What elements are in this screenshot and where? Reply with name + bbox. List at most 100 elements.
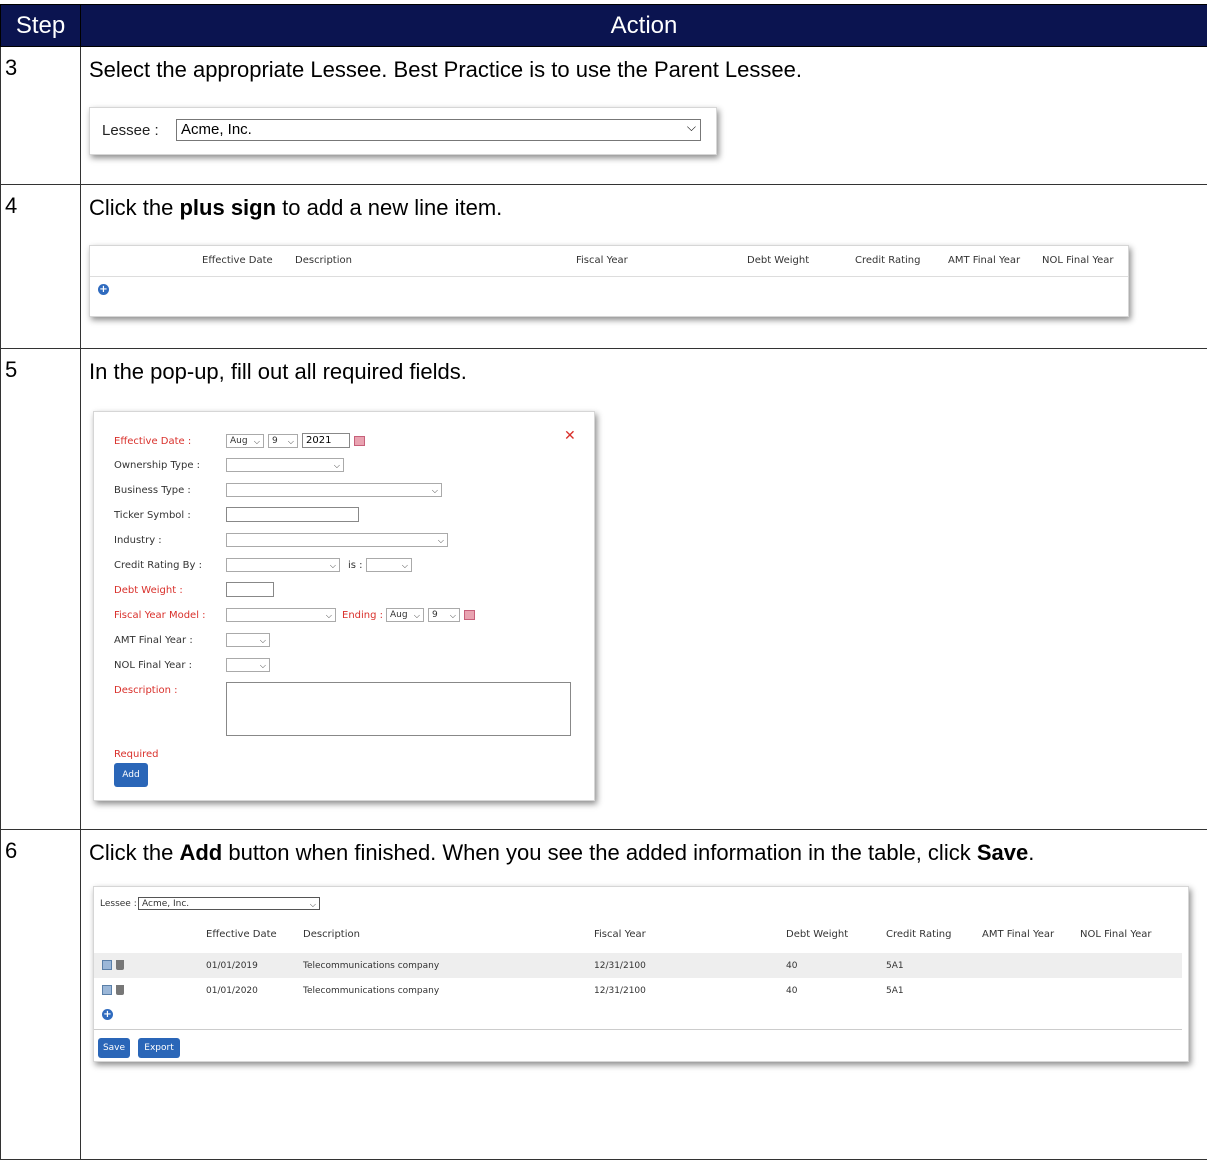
saved-table-screenshot: Lessee : Acme, Inc. ⌵ Effective Date Desc…	[93, 886, 1189, 1062]
effective-date-cell: 01/01/2020	[206, 986, 258, 996]
instruction-bold: Add	[179, 840, 223, 865]
add-button[interactable]: Add	[114, 763, 148, 787]
column-header: Description	[303, 929, 360, 940]
header-divider	[90, 276, 1128, 277]
chevron-down-icon: ⌵	[309, 900, 316, 909]
ending-day-select[interactable]: 9 ⌵	[428, 608, 460, 622]
ownership-type-label: Ownership Type :	[114, 460, 201, 471]
description-label: Description :	[114, 685, 178, 696]
debt-weight-label: Debt Weight :	[114, 585, 183, 596]
credit-rating-cell: 5A1	[886, 961, 904, 971]
ticker-symbol-label: Ticker Symbol :	[114, 510, 191, 521]
instruction-text: button when finished. When you see the a…	[222, 840, 977, 865]
instructions-table: Step Action 3 Select the appropriate Les…	[0, 4, 1207, 1160]
column-header: Effective Date	[202, 255, 273, 266]
lessee-label: Lessee :	[102, 122, 159, 139]
column-header: AMT Final Year	[948, 255, 1021, 266]
fiscal-year-model-label: Fiscal Year Model :	[114, 610, 206, 621]
effective-month-select[interactable]: Aug ⌵	[226, 434, 264, 448]
step-instruction: In the pop-up, fill out all required fie…	[89, 359, 467, 384]
chevron-down-icon: ⌵	[333, 461, 340, 470]
trash-icon[interactable]	[116, 985, 124, 995]
effective-day-select[interactable]: 9 ⌵	[268, 434, 298, 448]
chevron-down-icon: ⌵	[287, 437, 294, 446]
edit-icon[interactable]	[102, 985, 112, 995]
description-textarea[interactable]	[226, 682, 571, 736]
chevron-down-icon: ⌵	[431, 486, 438, 495]
lessee-label: Lessee :	[100, 899, 137, 909]
table-row: 01/01/2019 Telecommunications company 12…	[94, 953, 1182, 978]
save-button[interactable]: Save	[98, 1038, 130, 1058]
step-action: In the pop-up, fill out all required fie…	[80, 348, 1207, 830]
description-cell: Telecommunications company	[303, 961, 440, 971]
export-button[interactable]: Export	[138, 1038, 180, 1058]
column-header: NOL Final Year	[1042, 255, 1114, 266]
instruction-text: Click the	[89, 195, 180, 220]
chevron-down-icon: ⌵	[437, 536, 444, 545]
amt-final-year-select[interactable]: ⌵	[226, 633, 270, 647]
chevron-down-icon: ⌵	[401, 561, 408, 570]
chevron-down-icon: ⌵	[325, 611, 332, 620]
credit-rating-by-label: Credit Rating By :	[114, 560, 202, 571]
fiscal-year-cell: 12/31/2100	[594, 961, 646, 971]
industry-select[interactable]: ⌵	[226, 533, 448, 547]
instruction-text: to add a new line item.	[276, 195, 503, 220]
step-action: Click the Add button when finished. When…	[80, 829, 1207, 1160]
calendar-icon[interactable]	[354, 436, 365, 446]
column-header: Credit Rating	[855, 255, 921, 266]
header-action: Action	[80, 4, 1207, 47]
effective-date-cell: 01/01/2019	[206, 961, 258, 971]
instruction-bold: plus sign	[179, 195, 277, 220]
credit-rating-select[interactable]: ⌵	[366, 558, 412, 572]
industry-label: Industry :	[114, 535, 162, 546]
chevron-down-icon: ⌵	[259, 661, 266, 670]
lessee-select-value: Acme, Inc.	[142, 899, 190, 909]
lessee-select[interactable]: Acme, Inc. ⌵	[138, 897, 320, 910]
header-step: Step	[0, 4, 81, 47]
plus-circle-icon[interactable]: +	[102, 1009, 113, 1020]
close-icon[interactable]: ✕	[564, 428, 576, 444]
lessee-select[interactable]: Acme, Inc. ⌵	[176, 119, 701, 141]
column-header: Description	[295, 255, 352, 266]
chevron-down-icon: ⌵	[253, 437, 260, 446]
fiscal-year-model-select[interactable]: ⌵	[226, 608, 336, 622]
description-cell: Telecommunications company	[303, 986, 440, 996]
month-value: Aug	[230, 436, 248, 446]
is-label: is :	[348, 560, 363, 571]
step-number: 3	[0, 46, 81, 185]
credit-rating-cell: 5A1	[886, 986, 904, 996]
table-row: 01/01/2020 Telecommunications company 12…	[94, 978, 1182, 1003]
calendar-icon[interactable]	[464, 610, 475, 620]
effective-year-input[interactable]: 2021	[302, 433, 350, 448]
credit-rating-by-select[interactable]: ⌵	[226, 558, 340, 572]
debt-weight-input[interactable]	[226, 582, 274, 597]
effective-date-label: Effective Date :	[114, 436, 192, 447]
step-number: 6	[0, 829, 81, 1160]
plus-circle-icon[interactable]: +	[98, 284, 109, 295]
instruction-text: Click the	[89, 840, 180, 865]
column-header: Fiscal Year	[594, 929, 646, 940]
nol-final-year-label: NOL Final Year :	[114, 660, 193, 671]
column-header: AMT Final Year	[982, 929, 1055, 940]
nol-final-year-select[interactable]: ⌵	[226, 658, 270, 672]
step-instruction: Click the Add button when finished. When…	[89, 838, 1207, 868]
table-footer	[94, 1003, 1182, 1029]
ownership-type-select[interactable]: ⌵	[226, 458, 344, 472]
ticker-symbol-input[interactable]	[226, 507, 359, 522]
step-instruction: Click the plus sign to add a new line it…	[89, 193, 1207, 223]
debt-weight-cell: 40	[786, 961, 798, 971]
trash-icon[interactable]	[116, 960, 124, 970]
business-type-select[interactable]: ⌵	[226, 483, 442, 497]
step-number: 5	[0, 348, 81, 830]
column-header: NOL Final Year	[1080, 929, 1152, 940]
chevron-down-icon: ⌵	[259, 636, 266, 645]
step-row-4: 4 Click the plus sign to add a new line …	[0, 184, 1207, 349]
step-row-5: 5 In the pop-up, fill out all required f…	[0, 348, 1207, 830]
lessee-select-value: Acme, Inc.	[181, 121, 252, 138]
step-row-3: 3 Select the appropriate Lessee. Best Pr…	[0, 46, 1207, 185]
ending-month-select[interactable]: Aug ⌵	[386, 608, 424, 622]
line-item-table-screenshot: Effective Date Description Fiscal Year D…	[89, 245, 1129, 317]
debt-weight-cell: 40	[786, 986, 798, 996]
chevron-down-icon: ⌵	[686, 120, 696, 134]
edit-icon[interactable]	[102, 960, 112, 970]
